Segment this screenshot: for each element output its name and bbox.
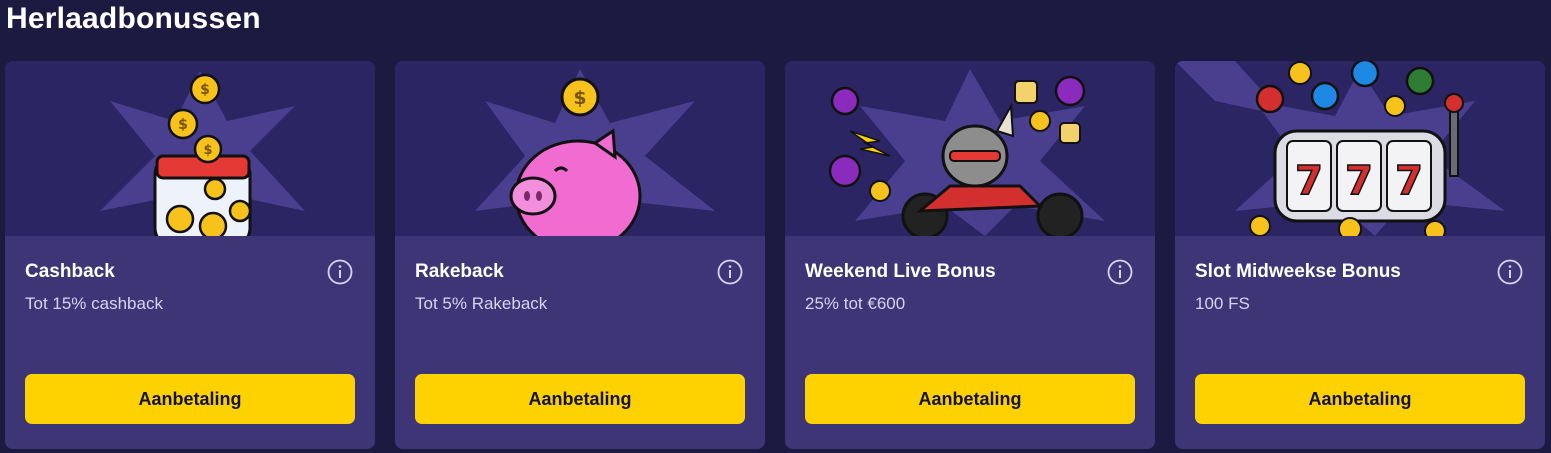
card-title: Weekend Live Bonus (805, 261, 996, 282)
info-icon[interactable] (717, 259, 743, 285)
rhino-motorcycle-icon (828, 69, 1105, 236)
deposit-button[interactable]: Aanbetaling (415, 374, 745, 424)
reload-bonuses-section: Herlaadbonussen $ $ $ Cashback Tot 15% c… (0, 0, 1551, 453)
piggy-bank-icon: $ (475, 69, 715, 236)
card-subtitle: 100 FS (1195, 294, 1250, 313)
card-illustration: $ (395, 61, 765, 236)
svg-text:7: 7 (1345, 158, 1373, 204)
deposit-button[interactable]: Aanbetaling (805, 374, 1135, 424)
info-icon[interactable] (327, 259, 353, 285)
svg-text:7: 7 (1395, 158, 1423, 204)
bonus-card-slot-midweek: 7 7 7 Slot Midweekse Bonus 100 FS Aanbet… (1175, 61, 1545, 449)
card-content: Cashback Tot 15% cashback Aanbetaling (5, 236, 375, 449)
info-icon[interactable] (1107, 259, 1133, 285)
card-illustration: $ $ $ (5, 61, 375, 236)
svg-text:$: $ (203, 143, 212, 158)
coin-jar-icon: $ $ $ (100, 71, 305, 236)
card-subtitle: Tot 5% Rakeback (415, 294, 548, 313)
bonus-card-list: $ $ $ Cashback Tot 15% cashback Aanbetal… (5, 61, 1545, 449)
slot-machine-icon: 7 7 7 (1175, 61, 1505, 236)
card-illustration: 7 7 7 (1175, 61, 1545, 236)
svg-text:7: 7 (1295, 158, 1323, 204)
card-title: Cashback (25, 261, 115, 282)
svg-text:$: $ (200, 82, 210, 98)
bonus-card-weekend-live: Weekend Live Bonus 25% tot €600 Aanbetal… (785, 61, 1155, 449)
card-title: Slot Midweekse Bonus (1195, 261, 1401, 282)
deposit-button[interactable]: Aanbetaling (1195, 374, 1525, 424)
card-content: Slot Midweekse Bonus 100 FS Aanbetaling (1175, 236, 1545, 449)
card-content: Weekend Live Bonus 25% tot €600 Aanbetal… (785, 236, 1155, 449)
section-title: Herlaadbonussen (6, 2, 261, 35)
card-illustration (785, 61, 1155, 236)
card-content: Rakeback Tot 5% Rakeback Aanbetaling (395, 236, 765, 449)
info-icon[interactable] (1497, 259, 1523, 285)
deposit-button[interactable]: Aanbetaling (25, 374, 355, 424)
bonus-card-cashback: $ $ $ Cashback Tot 15% cashback Aanbetal… (5, 61, 375, 449)
card-subtitle: Tot 15% cashback (25, 294, 163, 313)
bonus-card-rakeback: $ Rakeback Tot 5% Rakeback Aanbetaling (395, 61, 765, 449)
svg-text:$: $ (178, 117, 188, 133)
card-title: Rakeback (415, 261, 504, 282)
card-subtitle: 25% tot €600 (805, 294, 906, 313)
svg-text:$: $ (573, 87, 586, 109)
